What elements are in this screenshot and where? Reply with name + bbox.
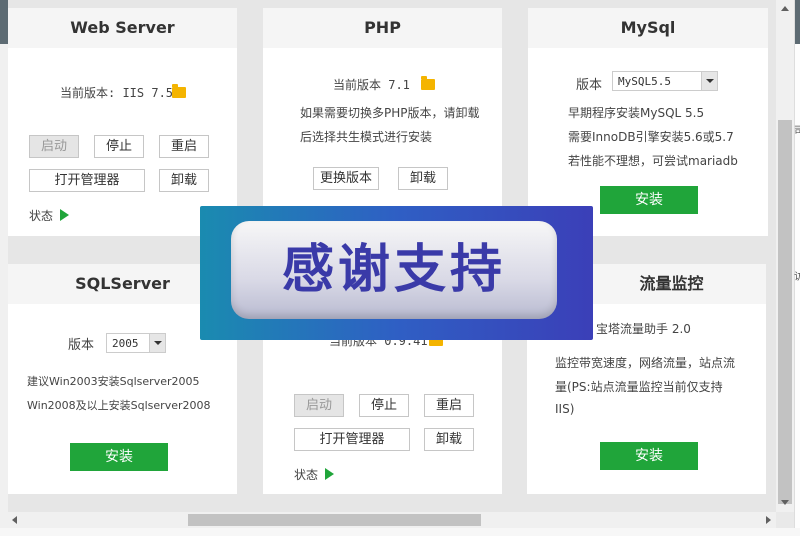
web-server-status-label: 状态	[29, 209, 54, 223]
web-server-uninstall-button[interactable]: 卸载	[159, 169, 209, 192]
vertical-scroll-thumb[interactable]	[778, 120, 792, 504]
chevron-down-icon[interactable]	[149, 334, 165, 352]
php-change-version-button[interactable]: 更换版本	[313, 167, 379, 190]
mysql-panel: MySql 版本 MySQL5.5 早期程序安装MySQL 5.5 需要Inno…	[528, 8, 768, 236]
ftp-status-label: 状态	[294, 468, 319, 482]
web-server-open-manager-button[interactable]: 打开管理器	[29, 169, 145, 192]
php-note-line1: 如果需要切换多PHP版本，请卸载	[300, 106, 480, 120]
web-server-title: Web Server	[8, 8, 237, 48]
scroll-up-icon[interactable]	[781, 6, 789, 11]
horizontal-scrollbar[interactable]	[8, 512, 776, 528]
web-server-stop-button[interactable]: 停止	[94, 135, 144, 158]
ftp-stop-button[interactable]: 停止	[359, 394, 409, 417]
sqlserver-version-selected: 2005	[112, 337, 139, 350]
traffic-install-button[interactable]: 安装	[600, 442, 698, 470]
traffic-note-line3: IIS)	[555, 402, 575, 416]
scroll-right-icon[interactable]	[766, 516, 771, 524]
scroll-left-icon[interactable]	[12, 516, 17, 524]
traffic-product: 宝塔流量助手 2.0	[596, 322, 691, 336]
mysql-version-label: 版本	[576, 78, 603, 93]
left-edge	[0, 0, 8, 536]
bottom-edge	[0, 528, 800, 536]
mysql-note-line3: 若性能不理想，可尝试mariadb	[568, 154, 738, 168]
sqlserver-version-label: 版本	[68, 338, 95, 353]
php-version: 当前版本 7.1	[333, 78, 410, 92]
mysql-version-select[interactable]: MySQL5.5	[612, 71, 718, 91]
sqlserver-note-line2: Win2008及以上安装Sqlserver2008	[27, 399, 211, 412]
php-panel: PHP 当前版本 7.1 如果需要切换多PHP版本，请卸载 后选择共生模式进行安…	[263, 8, 502, 236]
thanks-banner: 感谢支持	[200, 206, 593, 340]
sqlserver-install-button[interactable]: 安装	[70, 443, 168, 471]
traffic-note-line2: 量(PS:站点流量监控当前仅支持	[555, 380, 723, 394]
mysql-note-line2: 需要InnoDB引擎安装5.6或5.7	[568, 130, 734, 144]
folder-icon[interactable]	[172, 84, 186, 98]
web-server-panel: Web Server 当前版本: IIS 7.5 启动 停止 重启 打开管理器 …	[8, 8, 237, 236]
traffic-note-line1: 监控带宽速度，网络流量，站点流	[555, 356, 736, 370]
side-glyph-1: 司	[794, 126, 800, 137]
mysql-version-selected: MySQL5.5	[618, 75, 671, 88]
ftp-restart-button[interactable]: 重启	[424, 394, 474, 417]
folder-icon[interactable]	[421, 76, 435, 90]
ftp-uninstall-button[interactable]: 卸载	[424, 428, 474, 451]
side-glyph-2: 访	[794, 272, 800, 283]
mysql-title: MySql	[528, 8, 768, 48]
php-title: PHP	[263, 8, 502, 48]
ftp-open-manager-button[interactable]: 打开管理器	[294, 428, 410, 451]
chevron-down-icon[interactable]	[701, 72, 717, 90]
mysql-install-button[interactable]: 安装	[600, 186, 698, 214]
ftp-start-button[interactable]: 启动	[294, 394, 344, 417]
mysql-note-line1: 早期程序安装MySQL 5.5	[568, 106, 705, 120]
vertical-scrollbar[interactable]	[776, 0, 794, 512]
web-server-restart-button[interactable]: 重启	[159, 135, 209, 158]
php-note-line2: 后选择共生模式进行安装	[300, 130, 433, 144]
play-icon	[60, 209, 69, 221]
thanks-banner-text: 感谢支持	[281, 239, 506, 300]
horizontal-scroll-thumb[interactable]	[188, 514, 481, 526]
web-server-version: 当前版本: IIS 7.5	[60, 86, 174, 100]
php-uninstall-button[interactable]: 卸载	[398, 167, 448, 190]
sqlserver-version-select[interactable]: 2005	[106, 333, 166, 353]
scroll-down-icon[interactable]	[781, 500, 789, 505]
sqlserver-note-line1: 建议Win2003安装Sqlserver2005	[27, 375, 200, 388]
thanks-banner-plate: 感谢支持	[231, 221, 557, 319]
web-server-start-button[interactable]: 启动	[29, 135, 79, 158]
play-icon	[325, 468, 334, 480]
